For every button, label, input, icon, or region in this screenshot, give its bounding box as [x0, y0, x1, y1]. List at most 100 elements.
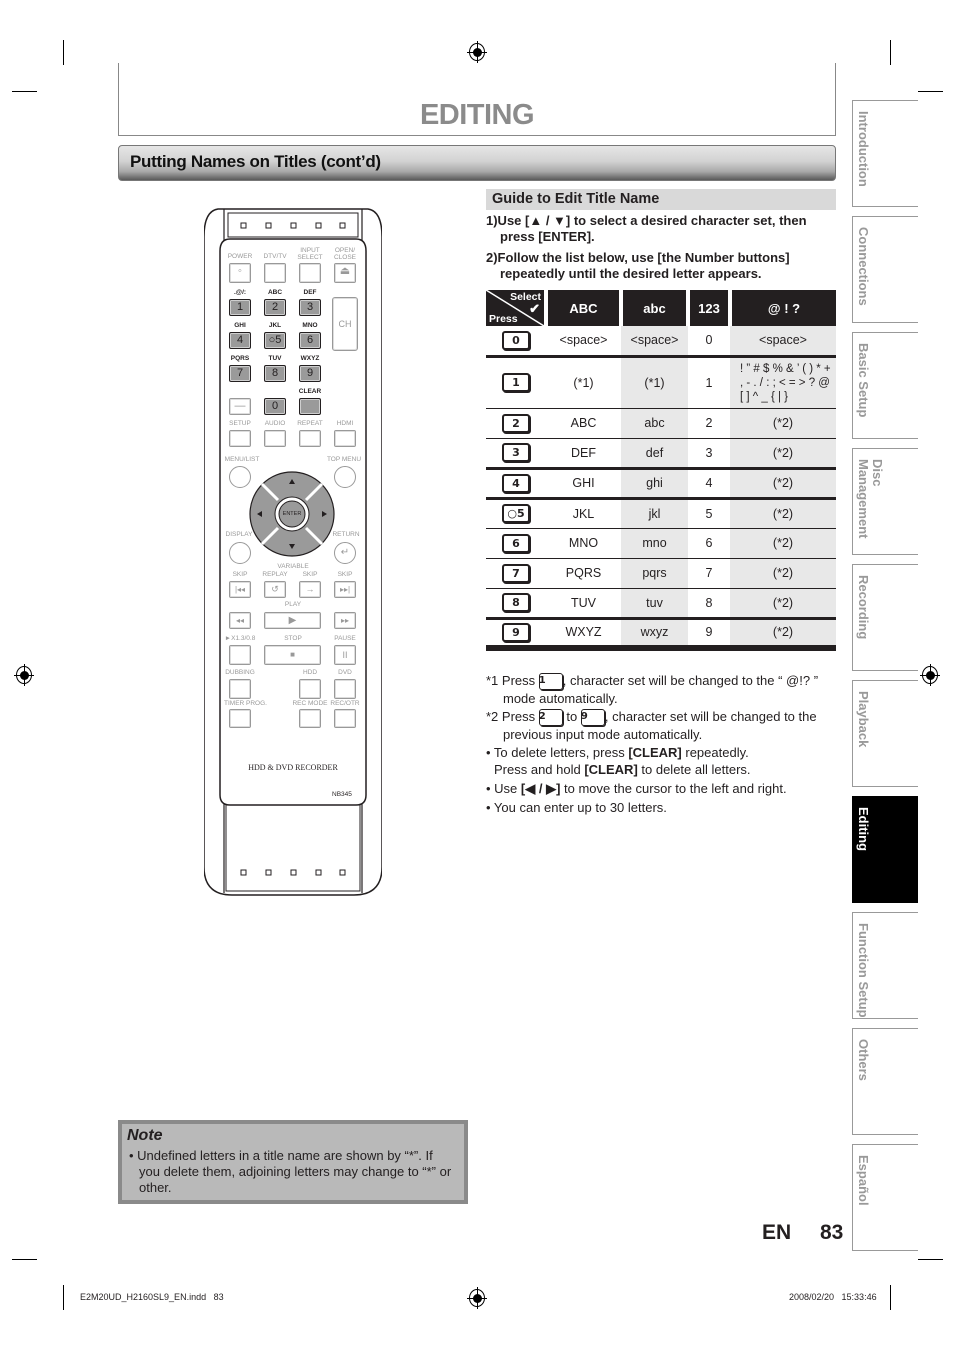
table-row: 1 (*1) (*1) 1! ” # $ % & ’ ( ) * + , - . / … [486, 356, 836, 409]
rec-otr-label: REC/OTR [330, 700, 360, 707]
guide-step-1: 1)Use [▲ / ▼] to select a desired charac… [486, 213, 807, 244]
cell-number: 1 [688, 356, 730, 409]
side-tab-playback[interactable]: Playback [852, 680, 918, 787]
footnote-2: *2 Press 2 to 9, character set will be c… [486, 709, 817, 743]
table-row: 8 TUV tuv 8 (*2) [486, 588, 836, 620]
guide-step-2: 2)Follow the list below, use [the Number… [486, 250, 790, 281]
remote-key-5: ○5 [264, 332, 286, 349]
cell-abc-lower: (*1) [621, 356, 688, 409]
replay-label: REPLAY [262, 571, 288, 578]
table-row: 9 WXYZ wxyz 9 (*2) [486, 618, 836, 651]
side-tab-editing[interactable]: Editing [852, 796, 918, 903]
cell-key: 1 [486, 356, 546, 409]
table-row: 3 DEF def 3 (*2) [486, 438, 836, 470]
remote-key-0: 0 [264, 398, 286, 415]
hdmi-button [334, 430, 356, 447]
number-key-icon: 8 [502, 593, 530, 612]
number-key-icon: 7 [502, 563, 530, 583]
cell-symbol: (*2) [730, 498, 836, 529]
key-9-icon: 9 [580, 709, 605, 727]
key-4-label: GHI [234, 322, 246, 329]
footnote-1: *1 Press 1, character set will be change… [486, 673, 819, 707]
section-bar: Putting Names on Titles (cont’d) [118, 145, 836, 181]
cell-key: ○5 [486, 498, 546, 529]
key-8-label: TUV [268, 355, 282, 362]
side-tab-basic-setup[interactable]: Basic Setup [852, 332, 918, 439]
pause-button: II [334, 645, 356, 665]
guide-heading-text: Guide to Edit Title Name [492, 191, 660, 207]
remote-model-text: NB345 [332, 791, 352, 798]
return-label: RETURN [332, 531, 360, 538]
top-menu-label: TOP MENU [326, 456, 362, 463]
key-1-label: .@/: [233, 289, 247, 296]
crop-mark [12, 1259, 37, 1260]
play-label: PLAY [284, 601, 302, 608]
number-key-icon: 9 [502, 622, 530, 642]
fast-forward-button: ▸▸ [334, 612, 356, 629]
cell-abc-upper: <space> [546, 326, 621, 358]
power-label: POWER [227, 253, 253, 260]
cell-abc-lower: jkl [621, 498, 688, 529]
side-tab-label: Others [856, 1039, 871, 1081]
cell-key: 0 [486, 326, 546, 358]
cell-abc-lower: <space> [621, 326, 688, 358]
crop-mark [890, 1285, 891, 1310]
key-6-label: MNO [302, 322, 318, 329]
cell-key: 9 [486, 618, 546, 651]
replay-button: ↺ [264, 581, 286, 598]
cell-number: 9 [688, 618, 730, 651]
side-tab-recording[interactable]: Recording [852, 564, 918, 671]
repeat-label: REPEAT [297, 420, 323, 427]
cell-number: 7 [688, 558, 730, 589]
character-table: Select ✔ Press ABC abc 123 @ ! ? 0 <space… [486, 290, 836, 651]
side-tab-label: Introduction [856, 111, 871, 187]
crop-mark [63, 1285, 64, 1310]
stop-label: STOP [284, 635, 302, 642]
skip-button: → [299, 581, 321, 598]
input-select-button [299, 263, 321, 283]
timer-prog-label: TIMER PROG. [224, 700, 267, 707]
check-icon: ✔ [529, 301, 540, 316]
cell-abc-upper: PQRS [546, 558, 621, 589]
audio-button [264, 430, 286, 447]
side-tab-introduction[interactable]: Introduction [852, 100, 918, 207]
cell-abc-upper: MNO [546, 528, 621, 559]
cell-key: 4 [486, 468, 546, 500]
repeat-button [299, 430, 321, 447]
corner-header: Select ✔ Press [486, 290, 546, 326]
side-tab-disc-management[interactable]: Disc Management [852, 448, 918, 555]
cell-key: 3 [486, 438, 546, 470]
side-tab-connections[interactable]: Connections [852, 216, 918, 323]
hdd-label: HDD [302, 669, 318, 676]
side-tab-label: Basic Setup [856, 343, 871, 418]
remote-key-4: 4 [229, 332, 251, 349]
remote-key-8: 8 [264, 365, 286, 382]
setup-label: SETUP [229, 420, 251, 427]
cell-number: 6 [688, 528, 730, 559]
cell-abc-lower: abc [621, 408, 688, 439]
page-number: 83 [820, 1221, 844, 1244]
side-tab-function-setup[interactable]: Function Setup [852, 912, 918, 1019]
side-tab-label: Disc Management [856, 459, 885, 539]
clear-label: CLEAR [298, 388, 322, 395]
crop-mark [890, 40, 891, 65]
column-header-symbols: @ ! ? [728, 290, 836, 326]
pause-label: PAUSE [334, 635, 356, 642]
side-tab-label: Connections [856, 227, 871, 306]
cell-key: 7 [486, 558, 546, 589]
skip-forward-label: SKIP [337, 571, 353, 578]
cell-abc-upper: JKL [546, 498, 621, 529]
skip-var-label: SKIP [302, 571, 318, 578]
cell-abc-upper: (*1) [546, 356, 621, 409]
column-header-abc-upper: ABC [544, 290, 621, 326]
cell-symbol: (*2) [730, 558, 836, 589]
remote-key-7: 7 [229, 365, 251, 382]
side-tab-espa-ol[interactable]: Español [852, 1144, 918, 1251]
side-tab-others[interactable]: Others [852, 1028, 918, 1135]
cell-abc-lower: def [621, 438, 688, 470]
remote-key-6: 6 [299, 332, 321, 349]
power-button: ◦ [229, 263, 251, 283]
dubbing-label: DUBBING [225, 669, 255, 676]
crop-mark [12, 91, 37, 92]
number-key-icon: ○5 [502, 504, 530, 523]
